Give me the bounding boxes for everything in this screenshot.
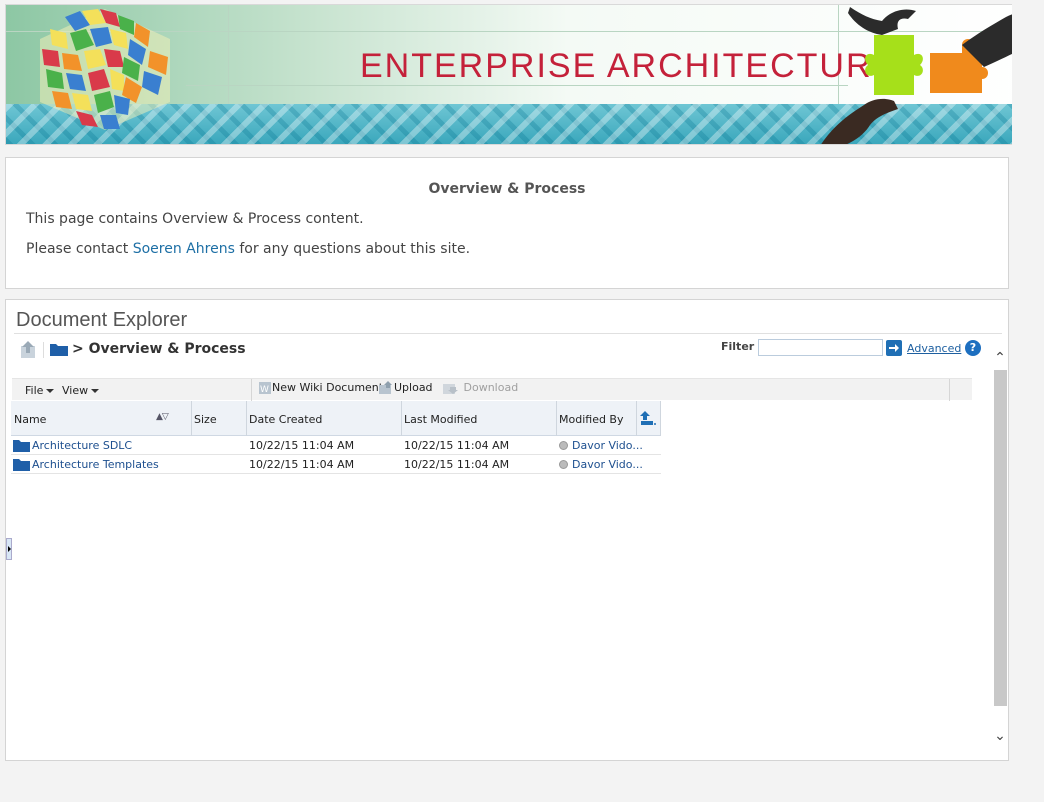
view-menu-label: View xyxy=(62,384,89,397)
download-button[interactable]: Download xyxy=(442,381,518,395)
table-header: Name ▲▽ Size Date Created Last Modified … xyxy=(11,401,661,436)
row-last-modified: 10/22/15 11:04 AM xyxy=(404,439,510,452)
download-label: Download xyxy=(463,381,519,394)
filter-input[interactable] xyxy=(758,339,883,356)
page-gutter xyxy=(1012,0,1044,802)
presence-status-icon xyxy=(559,460,568,469)
row-modified-by-link[interactable]: Davor Vido... xyxy=(572,458,643,471)
column-divider xyxy=(660,401,661,436)
svg-text:W: W xyxy=(260,385,269,395)
row-date-created: 10/22/15 11:04 AM xyxy=(249,458,355,471)
row-name-link[interactable]: Architecture Templates xyxy=(32,458,159,471)
row-modified-by-link[interactable]: Davor Vido... xyxy=(572,439,643,452)
filter-label: Filter xyxy=(721,340,755,353)
sort-icon[interactable]: ▲▽ xyxy=(156,412,169,422)
row-name-link[interactable]: Architecture SDLC xyxy=(32,439,132,452)
folder-icon xyxy=(13,459,30,471)
puzzle-hands-illustration-icon xyxy=(821,7,1028,144)
column-header-name[interactable]: Name xyxy=(14,413,46,426)
site-banner: ENTERPRISE ARCHITECTURE xyxy=(5,4,1029,145)
column-header-last-modified[interactable]: Last Modified xyxy=(404,413,477,426)
upload-icon xyxy=(379,381,392,394)
column-chooser-icon[interactable] xyxy=(640,410,658,426)
toolbar-separator xyxy=(251,379,252,401)
overview-heading: Overview & Process xyxy=(428,181,586,197)
scroll-down-icon[interactable]: ⌄ xyxy=(992,728,1008,744)
column-header-date-created[interactable]: Date Created xyxy=(249,413,322,426)
column-divider[interactable] xyxy=(401,401,402,436)
column-divider[interactable] xyxy=(636,401,637,436)
row-date-created: 10/22/15 11:04 AM xyxy=(249,439,355,452)
new-wiki-label: New Wiki Document xyxy=(272,381,384,394)
up-folder-icon[interactable] xyxy=(17,340,39,360)
breadcrumb-separator xyxy=(43,342,44,358)
column-header-modified-by[interactable]: Modified By xyxy=(559,413,624,426)
contact-suffix-text: for any questions about this site. xyxy=(234,241,471,257)
overview-description: This page contains Overview & Process co… xyxy=(26,211,364,227)
chevron-down-icon xyxy=(46,389,55,393)
folder-icon xyxy=(13,440,30,452)
scrollbar-thumb[interactable] xyxy=(994,370,1007,706)
column-divider[interactable] xyxy=(556,401,557,436)
cube-logo-icon xyxy=(40,9,170,130)
upload-label: Upload xyxy=(394,381,433,394)
document-table: Name ▲▽ Size Date Created Last Modified … xyxy=(11,401,661,474)
chevron-down-icon xyxy=(91,389,100,393)
view-menu[interactable]: View xyxy=(62,384,100,397)
advanced-search-arrow-icon[interactable] xyxy=(886,340,902,356)
help-icon[interactable]: ? xyxy=(965,340,981,356)
new-wiki-document-button[interactable]: W New Wiki Document xyxy=(258,381,383,395)
explorer-toolbar: File View W New Wiki Document Upload Down… xyxy=(12,378,972,401)
overview-panel: Overview & Process This page contains Ov… xyxy=(5,157,1009,289)
file-menu-label: File xyxy=(25,384,44,397)
side-panel-toggle[interactable] xyxy=(6,538,12,560)
vertical-scrollbar[interactable]: ⌃ ⌄ xyxy=(992,337,1008,749)
download-icon xyxy=(443,384,458,394)
contact-prefix-text: Please contact xyxy=(26,241,133,257)
column-divider[interactable] xyxy=(246,401,247,436)
upload-button[interactable]: Upload xyxy=(378,381,433,395)
title-divider xyxy=(14,333,1002,334)
contact-link[interactable]: Soeren Ahrens xyxy=(133,241,235,257)
row-last-modified: 10/22/15 11:04 AM xyxy=(404,458,510,471)
advanced-link[interactable]: Advanced xyxy=(907,342,961,355)
breadcrumb: > Overview & Process xyxy=(72,341,246,357)
document-explorer-title: Document Explorer xyxy=(16,309,188,331)
column-header-size[interactable]: Size xyxy=(194,413,217,426)
wiki-document-icon: W xyxy=(259,382,271,395)
column-divider[interactable] xyxy=(191,401,192,436)
file-menu[interactable]: File xyxy=(25,384,55,397)
document-explorer-panel: Document Explorer > Overview & Process F… xyxy=(5,299,1009,761)
toolbar-separator xyxy=(949,379,950,401)
folder-icon xyxy=(50,344,68,356)
scroll-up-icon[interactable]: ⌃ xyxy=(992,350,1008,366)
table-row[interactable]: Architecture SDLC 10/22/15 11:04 AM 10/2… xyxy=(11,436,661,455)
presence-status-icon xyxy=(559,441,568,450)
table-row[interactable]: Architecture Templates 10/22/15 11:04 AM… xyxy=(11,455,661,474)
overview-contact-line: Please contact Soeren Ahrens for any que… xyxy=(26,241,470,257)
